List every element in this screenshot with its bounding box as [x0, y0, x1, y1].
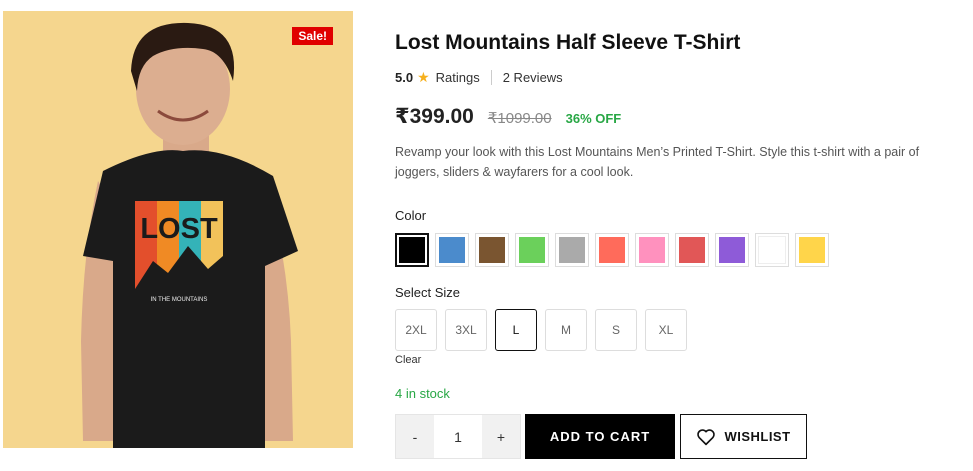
- color-swatch[interactable]: [435, 233, 469, 267]
- size-option[interactable]: S: [595, 309, 637, 351]
- discount-badge: 36% OFF: [565, 111, 622, 126]
- quantity-increase-button[interactable]: +: [482, 415, 520, 458]
- wishlist-label: WISHLIST: [724, 429, 791, 444]
- current-price: ₹399.00: [395, 105, 474, 128]
- color-swatch[interactable]: [515, 233, 549, 267]
- color-swatch[interactable]: [595, 233, 629, 267]
- quantity-input[interactable]: 1: [434, 415, 482, 458]
- color-swatch-fill: [799, 237, 825, 263]
- color-swatch-fill: [399, 237, 425, 263]
- color-swatch[interactable]: [395, 233, 429, 267]
- color-swatch-fill: [599, 237, 625, 263]
- color-swatch[interactable]: [555, 233, 589, 267]
- ratings-link[interactable]: Ratings: [436, 70, 480, 85]
- clear-size-link[interactable]: Clear: [395, 354, 421, 366]
- heart-icon: [697, 428, 716, 445]
- product-title: Lost Mountains Half Sleeve T-Shirt: [395, 31, 741, 54]
- product-image[interactable]: LOST IN THE MOUNTAINS Sale!: [3, 11, 353, 448]
- color-swatch-fill: [679, 237, 705, 263]
- original-price: ₹1099.00: [487, 110, 552, 127]
- reviews-link[interactable]: 2 Reviews: [503, 70, 563, 85]
- quantity-decrease-button[interactable]: -: [396, 415, 434, 458]
- quantity-stepper: - 1 +: [395, 414, 521, 459]
- product-description: Revamp your look with this Lost Mountain…: [395, 145, 920, 179]
- sale-badge: Sale!: [292, 27, 333, 45]
- size-options: 2XL 3XL L M S XL: [395, 309, 687, 351]
- color-swatch[interactable]: [715, 233, 749, 267]
- stock-status: 4 in stock: [395, 386, 450, 401]
- size-option[interactable]: 2XL: [395, 309, 437, 351]
- size-label: Select Size: [395, 285, 461, 300]
- rating-score: 5.0: [395, 70, 414, 85]
- color-swatch[interactable]: [635, 233, 669, 267]
- color-swatch-fill: [519, 237, 545, 263]
- color-swatch-fill: [639, 237, 665, 263]
- size-option[interactable]: M: [545, 309, 587, 351]
- color-swatch-fill: [719, 237, 745, 263]
- color-swatch[interactable]: [795, 233, 829, 267]
- color-swatch-fill: [559, 237, 585, 263]
- product-photo: LOST IN THE MOUNTAINS: [3, 11, 353, 448]
- color-swatch-fill: [479, 237, 505, 263]
- add-to-cart-button[interactable]: ADD TO CART: [525, 414, 675, 459]
- color-swatches: [395, 233, 829, 267]
- shirt-print-text: LOST: [140, 213, 218, 245]
- color-label: Color: [395, 208, 427, 223]
- color-swatch[interactable]: [755, 233, 789, 267]
- size-option[interactable]: L: [495, 309, 537, 351]
- color-swatch-fill: [758, 236, 786, 264]
- size-option[interactable]: 3XL: [445, 309, 487, 351]
- wishlist-button[interactable]: WISHLIST: [680, 414, 807, 459]
- color-swatch-fill: [439, 237, 465, 263]
- rating-divider: [490, 70, 492, 85]
- color-swatch[interactable]: [675, 233, 709, 267]
- star-icon: ★: [417, 69, 430, 85]
- price-row: ₹399.00 ₹1099.00 36% OFF: [395, 104, 621, 129]
- size-option[interactable]: XL: [645, 309, 687, 351]
- shirt-print-subtext: IN THE MOUNTAINS: [151, 297, 208, 303]
- color-swatch[interactable]: [475, 233, 509, 267]
- rating-row: 5.0 ★ Ratings 2 Reviews: [395, 69, 563, 86]
